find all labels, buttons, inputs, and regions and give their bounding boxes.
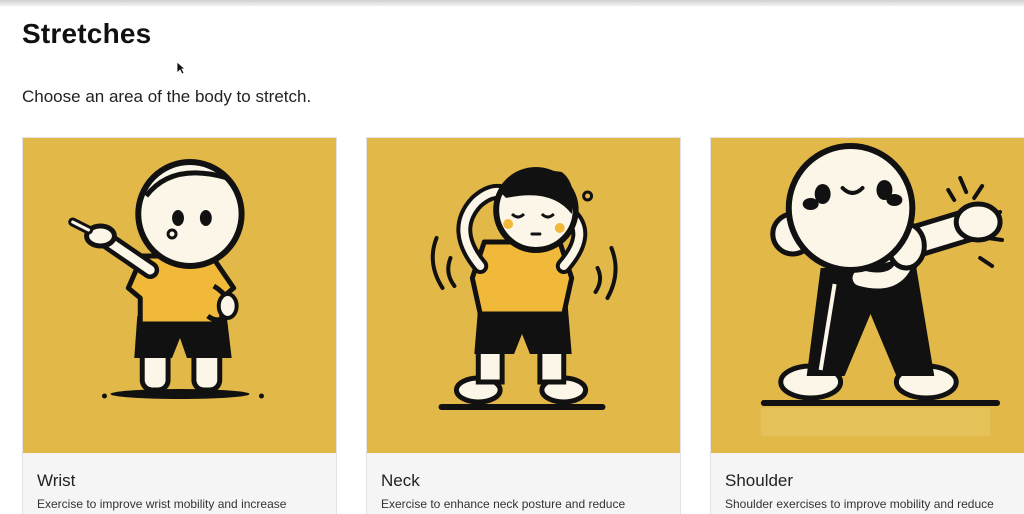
wrist-stretch-illustration [23,138,336,453]
page-subtitle: Choose an area of the body to stretch. [22,87,312,106]
card-description: Shoulder exercises to improve mobility a… [725,497,994,511]
card-title: Shoulder [725,471,794,490]
mouse-cursor-icon [176,61,186,75]
card-title: Neck [381,471,420,490]
card-description: Exercise to improve wrist mobility and i… [37,497,287,511]
stretch-card-grid: Wrist Exercise to improve wrist mobility… [22,137,1024,514]
stretches-page: Stretches Choose an area of the body to … [0,0,1024,514]
shoulder-stretch-illustration [711,138,1024,453]
card-description: Exercise to enhance neck posture and red… [381,497,626,511]
stretch-card-neck[interactable]: Neck Exercise to enhance neck posture an… [366,137,681,514]
card-title: Wrist [37,471,76,490]
stretch-card-shoulder[interactable]: Shoulder Shoulder exercises to improve m… [710,137,1024,514]
neck-stretch-illustration [367,138,680,453]
stretch-card-wrist[interactable]: Wrist Exercise to improve wrist mobility… [22,137,337,514]
page-title: Stretches [22,18,152,49]
